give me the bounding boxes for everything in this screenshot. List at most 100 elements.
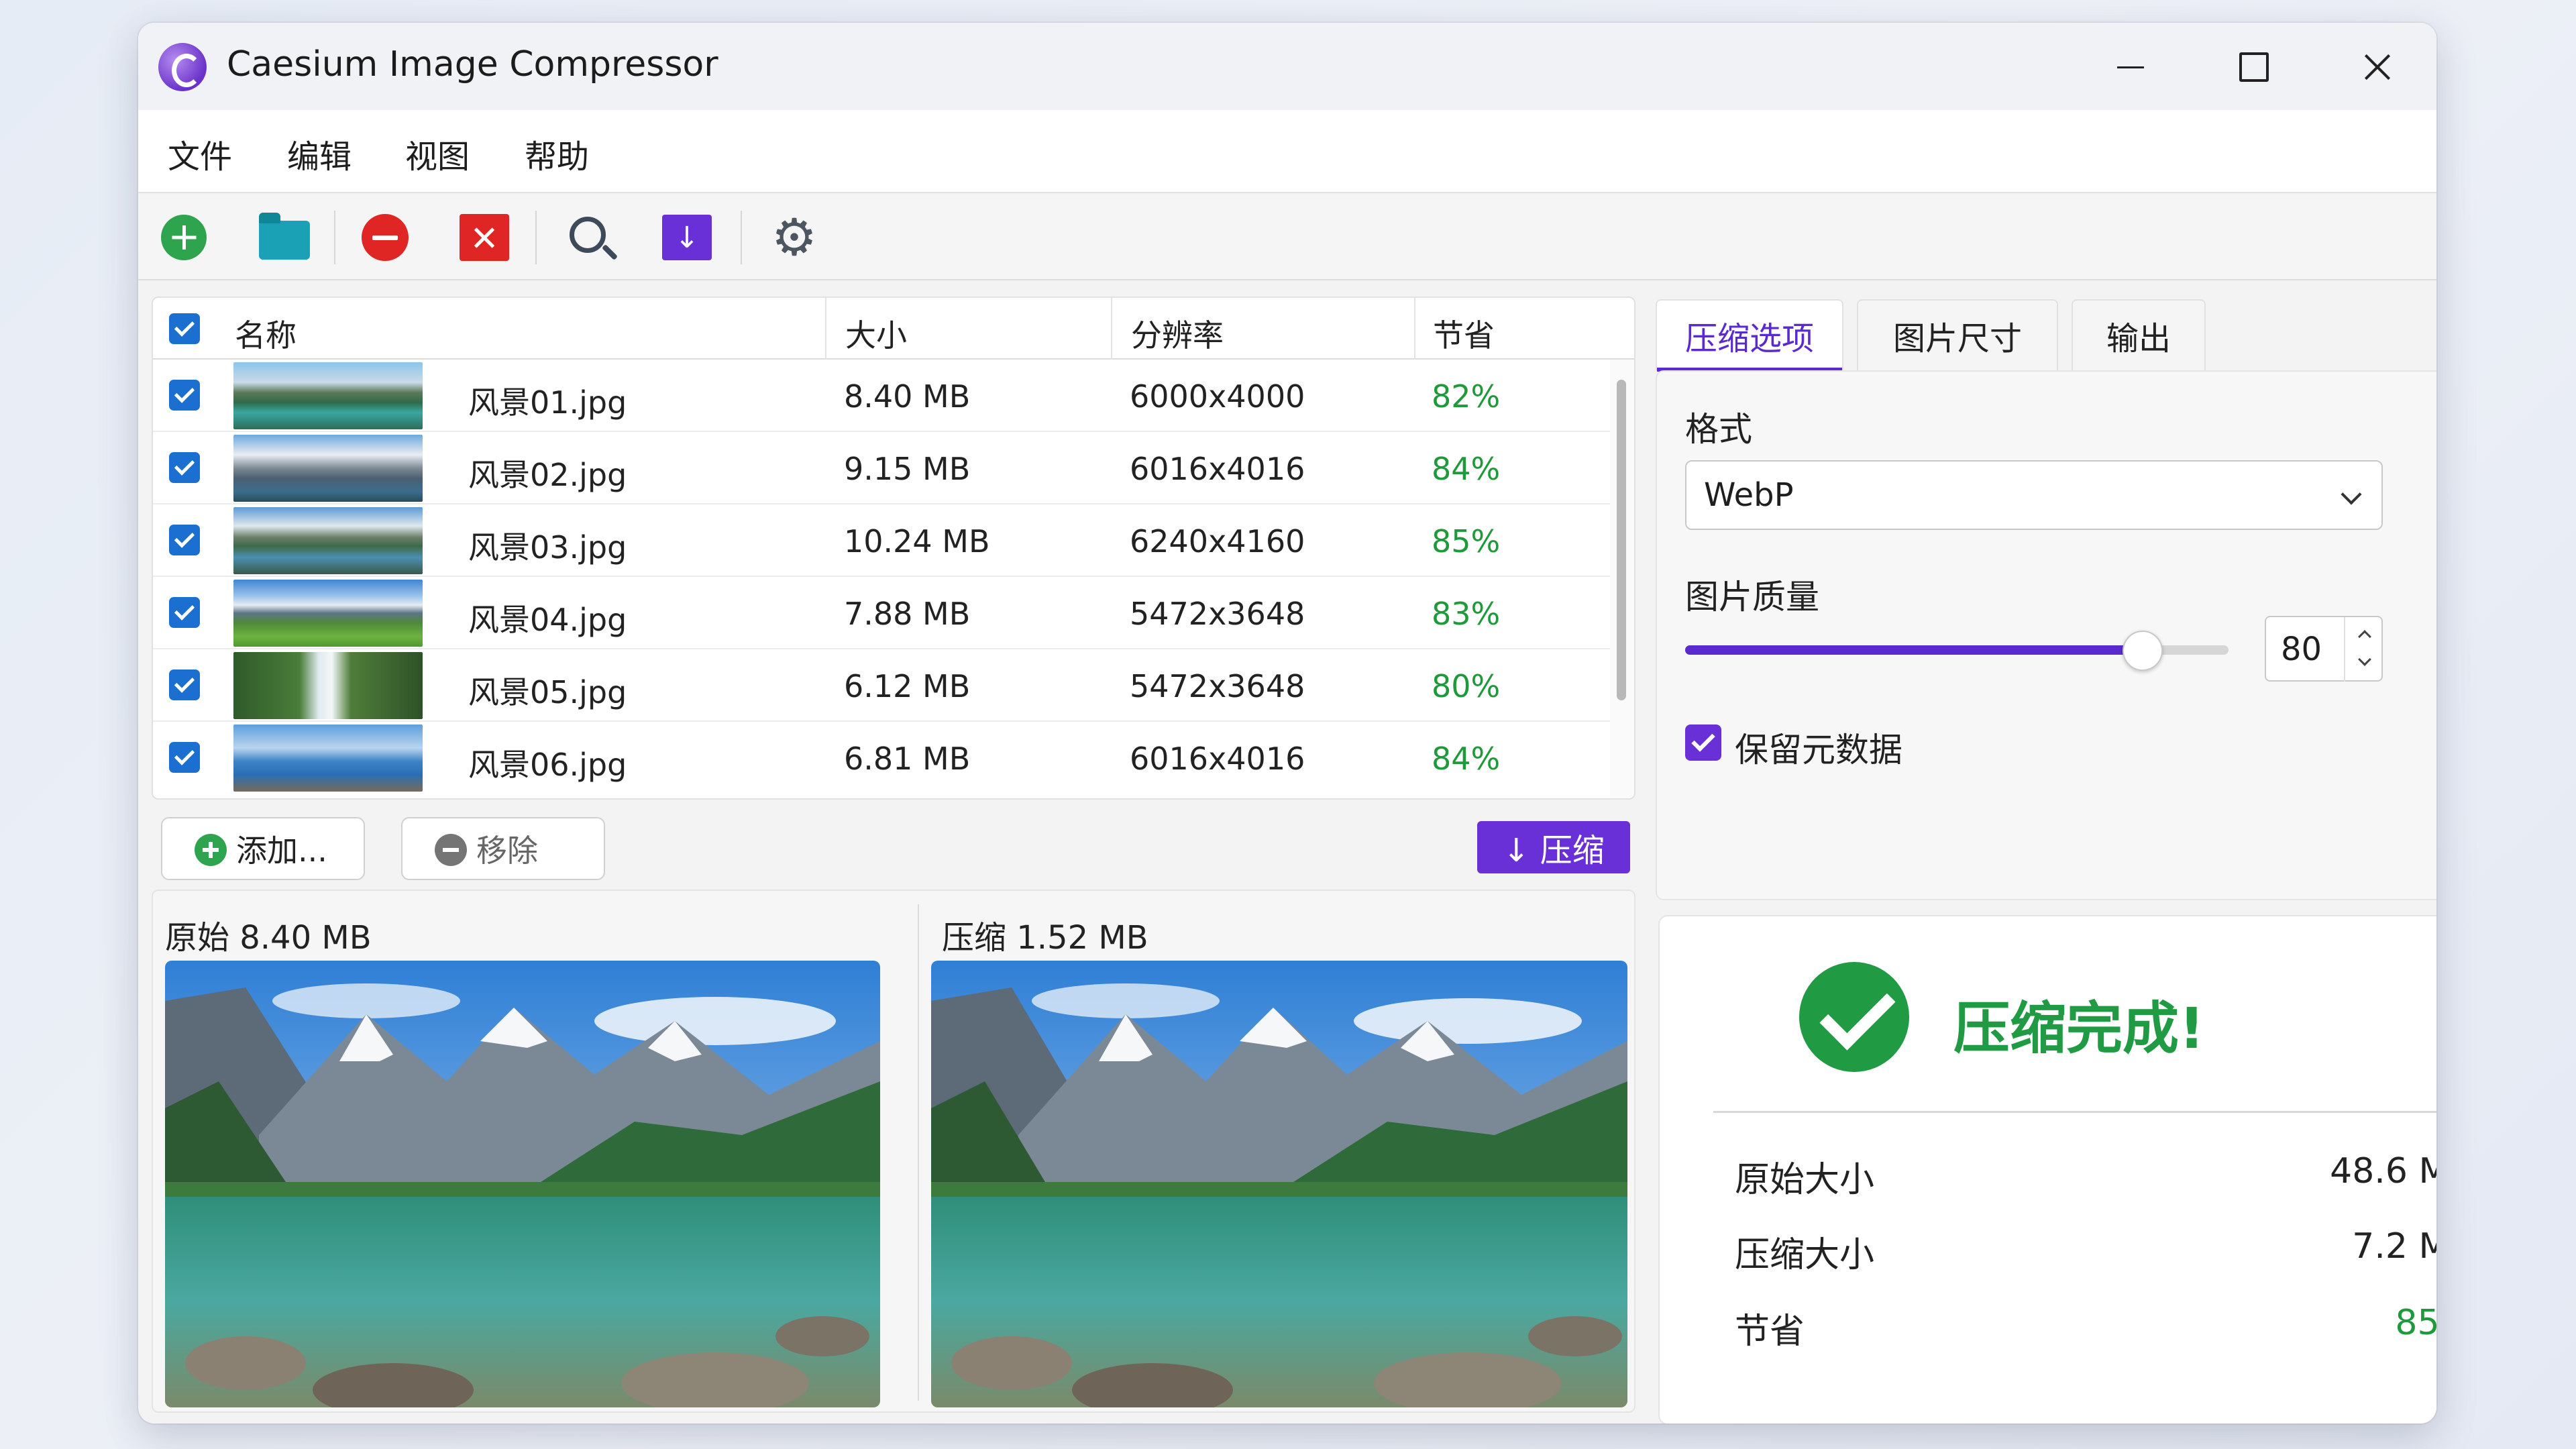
row-checkbox[interactable] — [169, 525, 200, 555]
file-saved: 80% — [1432, 668, 1501, 704]
minimize-button[interactable] — [2104, 40, 2157, 94]
select-all-checkbox[interactable] — [169, 313, 200, 344]
remove-button-label: 移除 — [476, 833, 538, 869]
table-row[interactable]: 风景03.jpg 10.24 MB 6240x4160 85% — [153, 504, 1613, 577]
file-size: 10.24 MB — [844, 523, 990, 559]
image-thumbnail — [233, 724, 423, 792]
format-label: 格式 — [1685, 410, 1752, 449]
title-bar[interactable]: Caesium Image Compressor — [138, 23, 2436, 110]
app-logo-icon — [158, 43, 207, 91]
remove-button[interactable]: 移除 — [401, 817, 605, 880]
tab-resize[interactable]: 图片尺寸 — [1857, 299, 2058, 370]
compress-button[interactable]: ↓ 压缩 — [1477, 821, 1630, 873]
row-checkbox[interactable] — [169, 669, 200, 700]
file-resolution: 5472x3648 — [1130, 596, 1305, 632]
tab-compression[interactable]: 压缩选项 — [1656, 299, 1843, 372]
file-resolution: 6000x4000 — [1130, 378, 1305, 415]
gear-icon: ⚙ — [771, 207, 818, 267]
table-row[interactable]: 风景04.jpg 7.88 MB 5472x3648 83% — [153, 577, 1613, 649]
file-saved: 85% — [1432, 523, 1501, 559]
add-button-label: 添加... — [236, 833, 327, 869]
header-name[interactable]: 名称 — [235, 311, 297, 356]
window-title: Caesium Image Compressor — [227, 44, 718, 85]
compressed-size-label: 压缩大小 — [1735, 1235, 1875, 1275]
row-checkbox[interactable] — [169, 597, 200, 628]
table-row[interactable]: 风景06.jpg 6.81 MB 6016x4016 84% — [153, 722, 1613, 794]
remove-button[interactable] — [360, 212, 411, 263]
menu-help[interactable]: 帮助 — [525, 130, 589, 177]
spin-arrows[interactable] — [2344, 617, 2381, 682]
add-folder-button[interactable] — [259, 212, 310, 263]
table-row[interactable]: 风景01.jpg 8.40 MB 6000x4000 82% — [153, 360, 1613, 432]
result-divider — [1713, 1111, 2436, 1113]
toolbar-separator — [535, 211, 537, 264]
add-files-button[interactable] — [158, 212, 209, 263]
header-saved[interactable]: 节省 — [1433, 311, 1495, 356]
quality-slider-handle[interactable] — [2123, 631, 2163, 671]
compressed-preview-label: 压缩 1.52 MB — [942, 919, 1148, 957]
header-divider — [1414, 298, 1415, 360]
chevron-up-icon[interactable] — [2358, 630, 2371, 643]
file-name: 风景04.jpg — [468, 602, 627, 638]
close-button[interactable] — [2351, 40, 2404, 94]
search-icon — [570, 217, 606, 253]
list-scrollbar-thumb[interactable] — [1617, 380, 1626, 700]
original-preview-image — [165, 961, 880, 1407]
header-resolution[interactable]: 分辨率 — [1131, 311, 1224, 356]
file-name: 风景01.jpg — [468, 384, 627, 421]
keep-metadata-label[interactable]: 保留元数据 — [1735, 723, 1902, 771]
preview-button[interactable] — [565, 212, 616, 263]
menu-bar: 文件 编辑 视图 帮助 — [138, 110, 2436, 193]
compression-options-panel: 格式 WebP 图片质量 80 保留元数据 — [1656, 370, 2436, 900]
file-resolution: 6240x4160 — [1130, 523, 1305, 559]
saved-label: 节省 — [1735, 1311, 1805, 1352]
file-size: 6.81 MB — [844, 741, 971, 777]
folder-icon — [259, 213, 310, 260]
format-value: WebP — [1704, 476, 1794, 514]
file-name: 风景06.jpg — [468, 747, 627, 783]
header-divider — [1111, 298, 1112, 360]
compress-toolbar-button[interactable]: ↓ — [661, 212, 712, 263]
add-button[interactable]: 添加... — [161, 817, 365, 880]
quality-slider[interactable] — [1685, 631, 2229, 671]
menu-edit[interactable]: 编辑 — [287, 130, 352, 177]
compressed-size-value: 7.2 MB — [2352, 1226, 2436, 1267]
result-panel: 压缩完成! 原始大小 48.6 MB 压缩大小 7.2 MB 节省 85% — [1658, 915, 2436, 1424]
compressed-preview-image — [931, 961, 1627, 1407]
table-row[interactable]: 风景05.jpg 6.12 MB 5472x3648 80% — [153, 649, 1613, 722]
add-icon — [161, 215, 207, 260]
clear-list-button[interactable] — [459, 212, 510, 263]
file-saved: 84% — [1432, 451, 1501, 487]
row-checkbox[interactable] — [169, 380, 200, 411]
image-thumbnail — [233, 435, 423, 502]
remove-icon — [435, 834, 467, 866]
preview-divider — [918, 904, 919, 1401]
menu-view[interactable]: 视图 — [405, 130, 470, 177]
keep-metadata-checkbox[interactable] — [1685, 724, 1721, 761]
format-select[interactable]: WebP — [1685, 460, 2383, 530]
image-thumbnail — [233, 580, 423, 647]
chevron-down-icon[interactable] — [2358, 653, 2371, 666]
tab-output[interactable]: 输出 — [2072, 299, 2206, 370]
menu-file[interactable]: 文件 — [168, 130, 232, 177]
settings-button[interactable]: ⚙ — [769, 212, 820, 263]
image-thumbnail — [233, 652, 423, 719]
row-checkbox[interactable] — [169, 452, 200, 483]
header-size[interactable]: 大小 — [845, 311, 907, 356]
result-title: 压缩完成! — [1953, 996, 2205, 1061]
preview-panel: 原始 8.40 MB 压缩 1.52 MB — [152, 890, 1635, 1413]
file-name: 风景03.jpg — [468, 529, 627, 566]
header-divider — [825, 298, 826, 360]
file-saved: 83% — [1432, 596, 1501, 632]
file-resolution: 5472x3648 — [1130, 668, 1305, 704]
row-checkbox[interactable] — [169, 742, 200, 773]
file-name: 风景05.jpg — [468, 674, 627, 710]
maximize-button[interactable] — [2227, 40, 2281, 94]
file-resolution: 6016x4016 — [1130, 741, 1305, 777]
quality-value: 80 — [2281, 631, 2322, 668]
file-size: 8.40 MB — [844, 378, 971, 415]
quality-spinbox[interactable]: 80 — [2265, 616, 2383, 682]
original-size-label: 原始大小 — [1735, 1160, 1875, 1200]
table-row[interactable]: 风景02.jpg 9.15 MB 6016x4016 84% — [153, 432, 1613, 504]
quality-slider-fill — [1685, 645, 2141, 655]
